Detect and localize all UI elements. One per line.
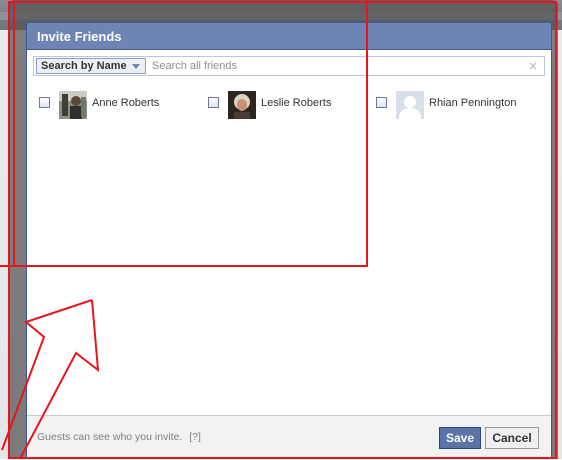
- search-input[interactable]: [150, 58, 522, 74]
- friend-list: Anne Roberts Leslie Roberts Rhian Pennin…: [39, 91, 549, 123]
- dialog-footer: Guests can see who you invite. [?] Save …: [27, 415, 551, 460]
- friend-avatar: [59, 91, 87, 119]
- dialog-title: Invite Friends: [37, 29, 122, 44]
- help-link[interactable]: [?]: [189, 431, 201, 443]
- footer-note: Guests can see who you invite. [?]: [37, 431, 201, 443]
- friend-name: Rhian Pennington: [429, 97, 517, 109]
- friend-checkbox[interactable]: [208, 97, 219, 108]
- save-button[interactable]: Save: [439, 427, 481, 449]
- friend-name: Anne Roberts: [92, 97, 160, 109]
- search-filter-label: Search by Name: [41, 60, 127, 72]
- friend-avatar: [228, 91, 256, 119]
- chevron-down-icon: [132, 64, 140, 69]
- footer-note-text: Guests can see who you invite.: [37, 431, 183, 443]
- invite-friends-dialog: Invite Friends Search by Name × Anne R: [26, 22, 552, 460]
- friend-checkbox[interactable]: [39, 97, 50, 108]
- dialog-title-bar: Invite Friends: [26, 22, 552, 50]
- search-filter-dropdown[interactable]: Search by Name: [36, 58, 146, 74]
- friend-name: Leslie Roberts: [261, 97, 332, 109]
- friend-checkbox[interactable]: [376, 97, 387, 108]
- cancel-button[interactable]: Cancel: [485, 427, 539, 449]
- friend-avatar: [396, 91, 424, 119]
- search-bar: Search by Name ×: [33, 56, 545, 76]
- close-icon[interactable]: ×: [528, 59, 538, 73]
